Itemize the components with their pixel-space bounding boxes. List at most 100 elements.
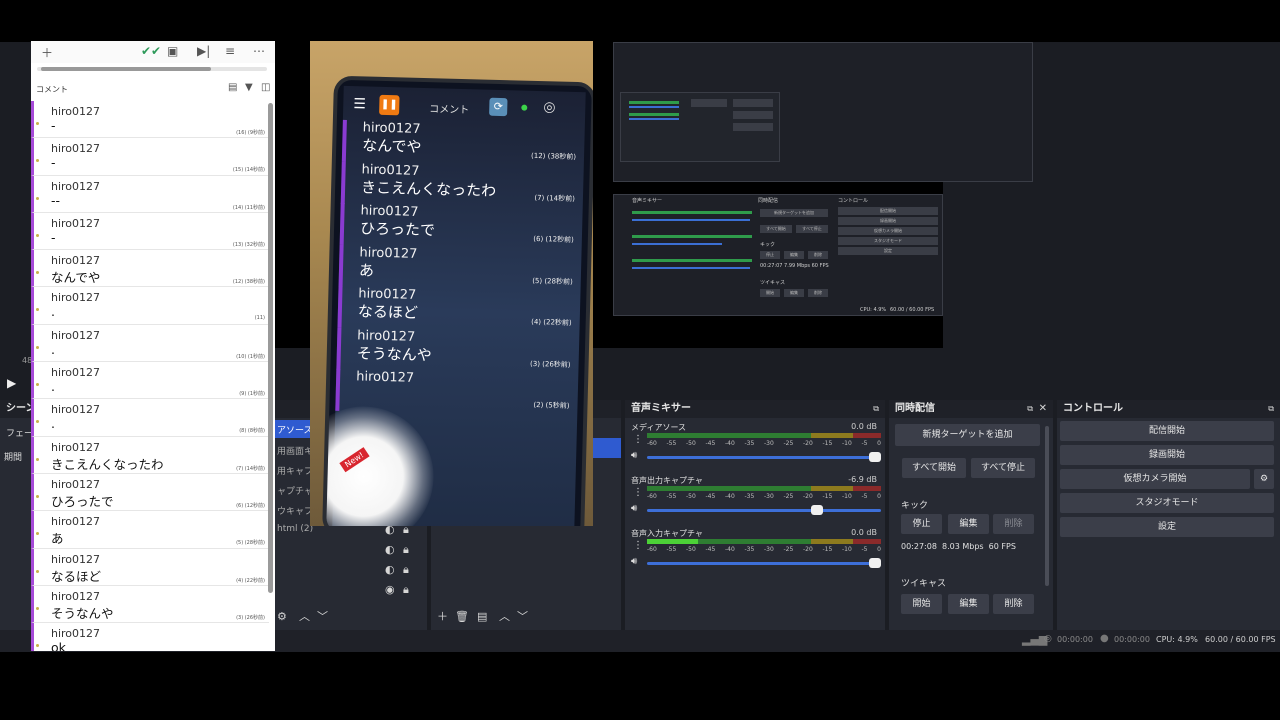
lock-icon[interactable]: 🔒︎: [403, 543, 409, 557]
comment-row[interactable]: hiro0127 ひろったで (6) (12秒前): [31, 473, 269, 512]
meter-tick-label: -35: [744, 493, 755, 500]
source-item[interactable]: 用キャプ: [277, 464, 313, 477]
trash-icon[interactable]: 🗑︎: [455, 610, 469, 624]
volume-slider[interactable]: [647, 452, 881, 462]
comment-marker: [36, 233, 39, 237]
speaker-icon[interactable]: 🔊︎: [631, 503, 637, 514]
visibility-icon[interactable]: ◐: [385, 543, 395, 557]
comment-user: hiro0127: [51, 552, 101, 566]
comment-row[interactable]: hiro0127 そうなんや (3) (26秒前): [31, 585, 269, 624]
kick-edit-button[interactable]: 編集: [948, 514, 989, 534]
settings-icon[interactable]: ⚙: [277, 610, 287, 624]
stop-all-button[interactable]: すべて停止: [971, 458, 1035, 478]
studio-mode-button[interactable]: スタジオモード: [1060, 493, 1274, 513]
start-stream-button[interactable]: 配信開始: [1060, 421, 1274, 441]
start-virtual-camera-button[interactable]: 仮想カメラ開始: [1060, 469, 1250, 489]
meter-tick-label: -20: [803, 546, 813, 553]
comment-marker: [36, 271, 39, 275]
comment-row[interactable]: hiro0127 あ (5) (28秒前): [31, 511, 269, 549]
twitcas-start-button[interactable]: 開始: [901, 594, 942, 614]
comment-row[interactable]: hiro0127 なるほど (4) (22秒前): [31, 548, 269, 586]
properties-icon[interactable]: ▤: [477, 610, 487, 624]
comment-row[interactable]: hiro0127 . (10) (1秒前): [31, 324, 269, 363]
comment-row[interactable]: hiro0127 . (8) (8秒前): [31, 399, 269, 437]
add-icon[interactable]: ＋: [437, 610, 448, 624]
kick-stop-button[interactable]: 停止: [901, 514, 942, 534]
comment-row[interactable]: hiro0127 . (9) (1秒前): [31, 362, 269, 400]
twitcas-delete-button[interactable]: 削除: [993, 594, 1034, 614]
source-item[interactable]: アソース: [277, 423, 313, 436]
kebab-menu-icon[interactable]: ⋮: [633, 487, 643, 498]
horizontal-scrollbar[interactable]: [37, 67, 267, 71]
archive-icon[interactable]: ▤: [228, 82, 237, 93]
comment-row[interactable]: hiro0127 - (13) (32秒前): [31, 212, 269, 251]
source-item[interactable]: ウキャプ: [277, 504, 313, 517]
new-target-button[interactable]: 新規ターゲットを追加: [895, 424, 1040, 446]
selected-row[interactable]: [591, 438, 621, 458]
meter-ticks: -60 -55 -50 -45 -40 -35 -30 -25 -20 -15 -10 -5 0: [647, 546, 881, 553]
lock-icon[interactable]: 🔒︎: [403, 583, 409, 597]
comment-row[interactable]: hiro0127 -- (14) (11秒前): [31, 175, 269, 213]
comment-marker: [36, 457, 39, 461]
comment-user: hiro0127: [51, 627, 101, 641]
comment-row[interactable]: hiro0127 - (15) (14秒前): [31, 138, 269, 176]
meter-tick-label: -60: [647, 546, 657, 553]
meter-tick-label: -40: [725, 493, 735, 500]
source-item[interactable]: html (2): [277, 524, 313, 534]
move-down-icon[interactable]: ﹀: [517, 610, 528, 624]
kick-delete-button[interactable]: 削除: [993, 514, 1034, 534]
move-up-icon[interactable]: ︿: [299, 610, 310, 624]
comment-row[interactable]: hiro0127 . (11): [31, 287, 269, 325]
play-icon[interactable]: ▶: [7, 376, 16, 390]
volume-knob[interactable]: [869, 558, 881, 568]
meter-tick-label: -20: [803, 440, 813, 447]
visibility-icon[interactable]: ◐: [385, 563, 395, 577]
volume-knob[interactable]: [810, 505, 823, 515]
eye-icon[interactable]: ◉: [385, 583, 395, 597]
source-item[interactable]: 用画面キ: [277, 444, 313, 457]
volume-slider[interactable]: [647, 505, 881, 515]
comment-row[interactable]: hiro0127 ok: [31, 623, 269, 651]
volume-knob[interactable]: [869, 452, 881, 462]
scene-item[interactable]: 期間: [4, 450, 22, 463]
dock-float-icon[interactable]: ⧉: [1268, 402, 1274, 416]
start-recording-button[interactable]: 録画開始: [1060, 445, 1274, 465]
volume-slider[interactable]: [647, 558, 881, 568]
vertical-scrollbar[interactable]: [268, 103, 273, 593]
twitcas-edit-button[interactable]: 編集: [948, 594, 989, 614]
start-all-button[interactable]: すべて開始: [902, 458, 966, 478]
meter-tick-label: 0: [877, 546, 881, 553]
meter-tick-label: -45: [705, 493, 716, 500]
dock-float-icon[interactable]: ⧉: [1027, 402, 1033, 416]
comment-row[interactable]: hiro0127 きこえんくなったわ (7) (14秒前): [31, 436, 269, 474]
phone-comment-meta: (12) (38秒前): [530, 151, 577, 162]
skip-next-icon[interactable]: ▶|: [197, 44, 210, 58]
comment-text: -: [51, 118, 56, 133]
kebab-menu-icon[interactable]: ⋮: [633, 540, 643, 551]
filter-icon[interactable]: ▼: [245, 82, 253, 93]
comment-row[interactable]: hiro0127 - (16) (9秒前): [31, 101, 269, 139]
phone-comment-text: なんでや: [362, 136, 422, 156]
comment-header: コメント ▤ ▼ ◫: [31, 81, 275, 99]
list-icon[interactable]: ≡: [225, 44, 235, 58]
add-icon[interactable]: ＋: [41, 44, 53, 61]
kebab-menu-icon[interactable]: ⋮: [633, 434, 643, 445]
dock-float-icon[interactable]: ⧉: [873, 402, 879, 416]
move-down-icon[interactable]: ﹀: [317, 610, 328, 624]
profile-card-icon[interactable]: ▣: [167, 44, 178, 58]
move-up-icon[interactable]: ︿: [499, 610, 510, 624]
scene-item[interactable]: フェー: [6, 426, 33, 439]
speaker-icon[interactable]: 🔊︎: [631, 450, 637, 461]
speaker-icon[interactable]: 🔊︎: [631, 556, 637, 567]
settings-button[interactable]: 設定: [1060, 517, 1274, 537]
dock-scrollbar[interactable]: [1045, 426, 1049, 586]
virtual-camera-settings-icon[interactable]: ⚙: [1254, 469, 1274, 489]
comment-text: -: [51, 155, 56, 171]
more-icon[interactable]: ⋯: [253, 44, 265, 58]
lock-icon[interactable]: 🔒︎: [403, 563, 409, 577]
close-icon[interactable]: ✕: [1039, 402, 1047, 416]
comment-row[interactable]: hiro0127 なんでや (12) (38秒前): [31, 250, 269, 288]
columns-icon[interactable]: ◫: [261, 82, 270, 93]
comment-meta: (9) (1秒前): [239, 391, 265, 398]
check-all-icon[interactable]: ✔✔: [141, 44, 161, 58]
